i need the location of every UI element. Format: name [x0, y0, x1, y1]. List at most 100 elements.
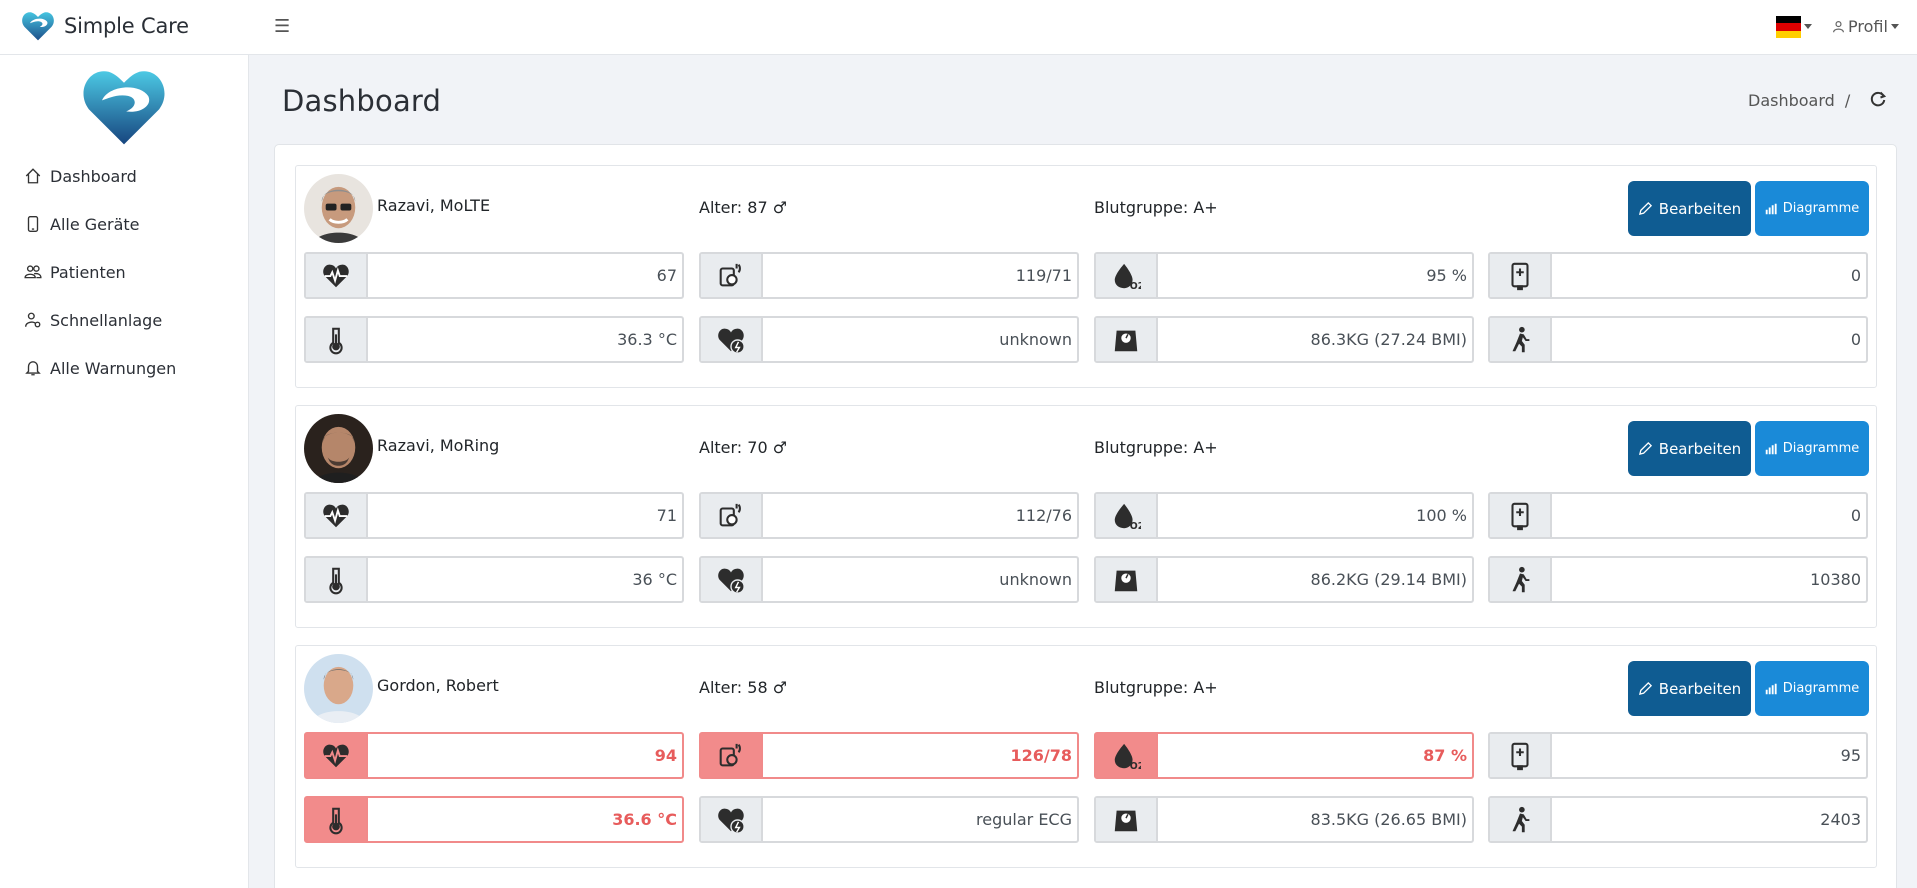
thermometer-icon: [329, 807, 343, 834]
patient-blood-group: Blutgruppe: A+: [1094, 438, 1218, 457]
device-field: 95: [1488, 732, 1868, 779]
sidebar-item-warnings[interactable]: Alle Warnungen: [24, 344, 176, 392]
language-caret-icon[interactable]: [1804, 24, 1812, 29]
blood-pressure-icon: [719, 743, 741, 766]
blood-pressure-icon: [719, 263, 741, 286]
sidebar-item-label: Schnellanlage: [50, 310, 163, 330]
edit-button[interactable]: Bearbeiten: [1628, 661, 1751, 716]
blood-pressure-value: 119/71: [1015, 266, 1072, 285]
device-value: 0: [1850, 506, 1861, 525]
heart-ecg-icon: [718, 808, 745, 834]
phone-icon: [27, 216, 39, 232]
heart-ecg-icon: [718, 328, 745, 354]
users-icon: [24, 265, 42, 279]
patient-name[interactable]: Gordon, Robert: [377, 676, 499, 695]
spo2-value: 100 %: [1416, 506, 1467, 525]
patient-age: Alter: 58 ♂: [699, 678, 788, 697]
patient-avatar[interactable]: [304, 654, 373, 723]
heart-rate-field: 71: [304, 492, 684, 539]
steps-field: 2403: [1488, 796, 1868, 843]
spo2-field: O2 87 %: [1094, 732, 1474, 779]
patient-avatar[interactable]: [304, 414, 373, 483]
breadcrumb-item[interactable]: Dashboard: [1748, 91, 1835, 110]
sidebar: Dashboard Alle Geräte Patienten Schnella…: [0, 55, 249, 888]
breadcrumb: Dashboard /: [1748, 91, 1862, 110]
edit-button[interactable]: Bearbeiten: [1628, 181, 1751, 236]
temperature-value: 36 °C: [632, 570, 677, 589]
patient-name[interactable]: Razavi, MoRing: [377, 436, 499, 455]
brand-name: Simple Care: [64, 14, 189, 38]
weight-value: 86.3KG (27.24 BMI): [1310, 330, 1467, 349]
user-settings-icon: [25, 312, 41, 328]
user-icon: [1833, 21, 1844, 33]
german-flag-icon[interactable]: [1776, 16, 1801, 38]
weight-field: 86.2KG (29.14 BMI): [1094, 556, 1474, 603]
temperature-field: 36.6 °C: [304, 796, 684, 843]
steps-field: 10380: [1488, 556, 1868, 603]
sidebar-item-devices[interactable]: Alle Geräte: [24, 200, 176, 248]
heart-rate-icon: [323, 504, 349, 527]
blood-pressure-value: 126/78: [1010, 746, 1072, 765]
device-icon: [1511, 262, 1529, 290]
sidebar-item-label: Patienten: [50, 262, 126, 282]
heart-rate-field: 67: [304, 252, 684, 299]
pencil-icon: [1638, 441, 1652, 456]
pencil-icon: [1638, 201, 1652, 216]
spo2-field: O2 95 %: [1094, 252, 1474, 299]
steps-field: 0: [1488, 316, 1868, 363]
patient-avatar[interactable]: [304, 174, 373, 243]
heart-ecg-icon: [718, 568, 745, 594]
steps-value: 10380: [1810, 570, 1861, 589]
device-value: 0: [1850, 266, 1861, 285]
temperature-value: 36.3 °C: [617, 330, 677, 349]
patient-blood-group: Blutgruppe: A+: [1094, 678, 1218, 697]
oxygen-drop-icon: O2: [1114, 263, 1141, 291]
device-field: 0: [1488, 252, 1868, 299]
temperature-value: 36.6 °C: [612, 810, 677, 829]
scale-icon: [1114, 330, 1138, 351]
walking-icon: [1512, 326, 1530, 352]
sidebar-item-label: Alle Warnungen: [50, 358, 177, 378]
ecg-value: unknown: [999, 330, 1072, 349]
ecg-value: regular ECG: [976, 810, 1072, 829]
profile-caret-icon: [1890, 24, 1899, 29]
profile-menu[interactable]: Profil: [1832, 17, 1899, 36]
sidebar-logo-icon: [83, 71, 165, 145]
ecg-value: unknown: [999, 570, 1072, 589]
sidebar-item-patients[interactable]: Patienten: [24, 248, 176, 296]
spo2-field: O2 100 %: [1094, 492, 1474, 539]
blood-pressure-field: 112/76: [699, 492, 1079, 539]
breadcrumb-separator: /: [1844, 91, 1851, 110]
bar-chart-icon: [1765, 683, 1777, 694]
charts-button[interactable]: Diagramme: [1755, 661, 1869, 716]
blood-pressure-field: 119/71: [699, 252, 1079, 299]
sidebar-item-dashboard[interactable]: Dashboard: [24, 152, 176, 200]
bell-icon: [25, 361, 41, 376]
device-icon: [1511, 502, 1529, 530]
charts-button[interactable]: Diagramme: [1755, 181, 1869, 236]
hamburger-menu-icon[interactable]: ☰: [274, 16, 290, 37]
charts-button[interactable]: Diagramme: [1755, 421, 1869, 476]
bar-chart-icon: [1765, 443, 1777, 454]
patient-card: Razavi, MoRing Alter: 70 ♂ Blutgruppe: A…: [295, 405, 1877, 628]
sidebar-item-label: Dashboard: [50, 166, 137, 186]
patient-name[interactable]: Razavi, MoLTE: [377, 196, 490, 215]
heart-rate-value: 71: [656, 506, 677, 525]
patient-list-card: Razavi, MoLTE Alter: 87 ♂ Blutgruppe: A+…: [274, 144, 1897, 888]
blood-pressure-value: 112/76: [1015, 506, 1072, 525]
blood-pressure-icon: [719, 503, 741, 526]
bar-chart-icon: [1765, 203, 1777, 214]
scale-icon: [1114, 570, 1138, 591]
sidebar-item-quick-setup[interactable]: Schnellanlage: [24, 296, 176, 344]
walking-icon: [1512, 806, 1530, 832]
refresh-icon[interactable]: [1868, 90, 1888, 110]
weight-value: 83.5KG (26.65 BMI): [1310, 810, 1467, 829]
weight-value: 86.2KG (29.14 BMI): [1310, 570, 1467, 589]
profile-label: Profil: [1848, 17, 1888, 36]
brand[interactable]: Simple Care: [20, 8, 189, 44]
device-value: 95: [1840, 746, 1861, 765]
steps-value: 2403: [1820, 810, 1861, 829]
edit-button[interactable]: Bearbeiten: [1628, 421, 1751, 476]
spo2-value: 87 %: [1423, 746, 1467, 765]
heart-rate-field: 94: [304, 732, 684, 779]
